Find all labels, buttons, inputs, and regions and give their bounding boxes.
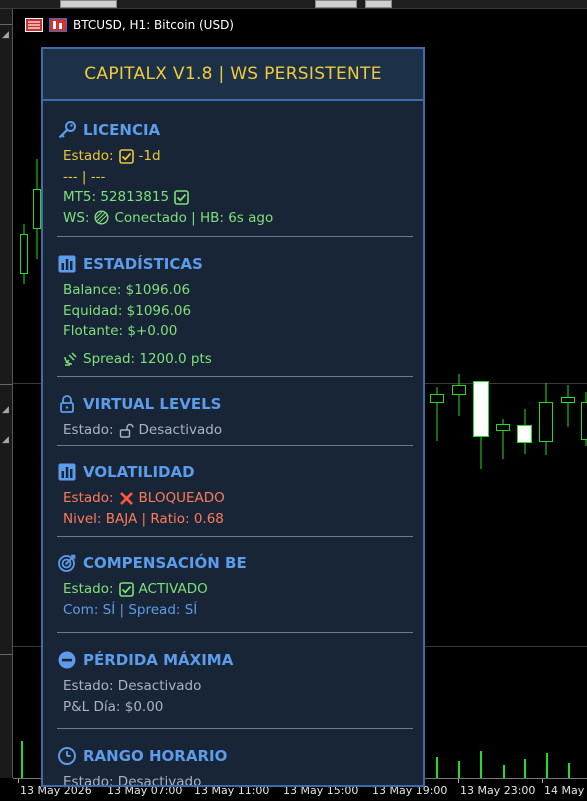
chart-type-icon xyxy=(49,18,67,32)
stat-flotante: Flotante: $+0.00 xyxy=(63,323,178,339)
volume-bar xyxy=(503,765,505,778)
volume-bar xyxy=(546,753,548,778)
clock-icon xyxy=(58,747,76,765)
minus-circle-icon xyxy=(58,651,76,669)
candle xyxy=(496,419,510,459)
panel-header[interactable]: CAPITALX V1.8 | WS PERSISTENTE xyxy=(43,49,423,101)
lock-icon xyxy=(60,395,74,413)
unlock-icon xyxy=(119,423,134,438)
bar-chart-icon xyxy=(58,255,76,273)
candle xyxy=(20,224,28,284)
candle xyxy=(452,374,466,416)
volume-bar xyxy=(568,763,570,778)
capitalx-panel[interactable]: CAPITALX V1.8 | WS PERSISTENTE LICENCIA … xyxy=(41,47,425,787)
section-volatilidad: VOLATILIDAD Estado: BLOQUEADO Nivel: BAJ… xyxy=(57,461,413,529)
compensacion-com: Com: SÍ | Spread: SÍ xyxy=(63,601,198,618)
time-label: 14 May xyxy=(544,784,585,797)
section-compensacion-be: COMPENSACIÓN BE Estado: ACTIVADO Com: SÍ… xyxy=(57,552,413,620)
candle xyxy=(539,383,553,455)
volume-bar xyxy=(524,759,526,778)
satellite-icon xyxy=(64,352,77,366)
candle xyxy=(561,385,575,427)
scroll-arrow-icon[interactable]: ◢ xyxy=(2,404,9,416)
top-toolbar xyxy=(0,0,587,9)
compensacion-title: COMPENSACIÓN BE xyxy=(83,554,247,572)
stat-spread: Spread: 1200.0 pts xyxy=(63,349,413,370)
volume-bar xyxy=(21,741,23,778)
licencia-estado: Estado: -1d xyxy=(63,146,413,167)
terminal-icon xyxy=(25,18,43,32)
volume-bar xyxy=(458,761,460,778)
licencia-days: -1d xyxy=(138,148,161,164)
chart-symbol-label: BTCUSD, H1: Bitcoin (USD) xyxy=(73,18,234,32)
scroll-arrow-icon[interactable]: ◢ xyxy=(2,29,9,41)
bar-chart-icon xyxy=(58,463,76,481)
compensacion-estado: Estado: ACTIVADO xyxy=(63,581,208,597)
rango-estado: Estado: Desactivado xyxy=(63,774,202,787)
candle xyxy=(473,381,489,469)
section-virtual-levels: VIRTUAL LEVELS Estado: Desactivado xyxy=(57,393,413,441)
licencia-title: LICENCIA xyxy=(83,121,161,139)
toolbar-button[interactable] xyxy=(315,0,357,8)
candle xyxy=(517,409,532,454)
section-perdida-maxima: PÉRDIDA MÁXIMA Estado: Desactivado P&L D… xyxy=(57,649,413,717)
section-licencia: LICENCIA Estado: -1d --- | --- MT5: 5281… xyxy=(57,119,413,228)
scroll-arrow-icon[interactable]: ◢ xyxy=(2,434,9,446)
virtual-levels-title: VIRTUAL LEVELS xyxy=(83,395,222,413)
perdida-estado: Estado: Desactivado xyxy=(63,678,202,694)
volume-bar xyxy=(480,751,482,778)
candle xyxy=(581,392,587,446)
licencia-mt5: MT5: 52813815 xyxy=(63,187,413,208)
virtual-levels-estado: Estado: Desactivado xyxy=(63,422,223,438)
check-box-icon xyxy=(174,189,189,205)
panel-title: CAPITALX V1.8 | WS PERSISTENTE xyxy=(84,64,382,84)
perdida-pnl: P&L Día: $0.00 xyxy=(63,698,164,715)
stat-balance: Balance: $1096.06 xyxy=(63,282,191,298)
section-estadisticas: ESTADÍSTICAS Balance: $1096.06 Equidad: … xyxy=(57,253,413,369)
cross-icon xyxy=(119,491,133,505)
volatilidad-estado: Estado: BLOQUEADO xyxy=(63,490,225,506)
chart-header: BTCUSD, H1: Bitcoin (USD) xyxy=(25,18,234,32)
perdida-title: PÉRDIDA MÁXIMA xyxy=(83,651,234,669)
time-label: 13 May 23:00 xyxy=(460,784,536,797)
stat-equidad: Equidad: $1096.06 xyxy=(63,302,192,319)
check-box-icon xyxy=(118,148,134,164)
candle xyxy=(33,159,41,259)
toolbar-button[interactable] xyxy=(60,0,117,8)
section-rango-horario: RANGO HORARIO Estado: Desactivado xyxy=(57,745,413,787)
volatilidad-title: VOLATILIDAD xyxy=(83,463,195,481)
volume-bar xyxy=(436,757,438,778)
key-icon xyxy=(58,121,76,139)
target-icon xyxy=(58,554,76,572)
left-window-gutter: ◢ ◢ ◢ xyxy=(0,9,13,778)
licencia-dashes: --- | --- xyxy=(63,168,106,185)
licencia-ws: WS: Conectado | HB: 6s ago xyxy=(63,209,274,226)
rango-title: RANGO HORARIO xyxy=(83,747,228,765)
check-box-icon xyxy=(118,581,134,597)
candle xyxy=(430,387,444,441)
volatilidad-nivel: Nivel: BAJA | Ratio: 0.68 xyxy=(63,510,224,527)
toolbar-button[interactable] xyxy=(365,0,392,8)
globe-icon xyxy=(94,210,109,225)
estadisticas-title: ESTADÍSTICAS xyxy=(83,255,203,273)
